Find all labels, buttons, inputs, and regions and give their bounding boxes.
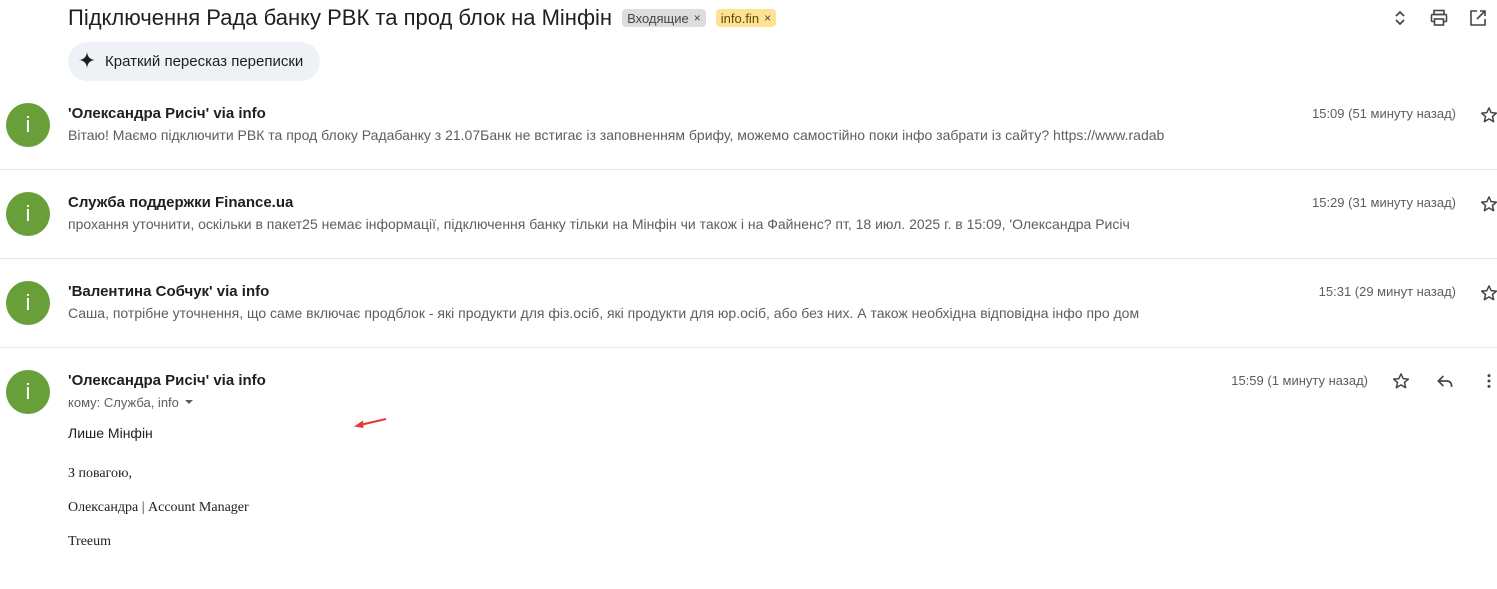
thread-subject: Підключення Рада банку РВК та прод блок … [68,5,613,30]
star-icon[interactable] [1477,281,1497,305]
star-icon[interactable] [1477,192,1497,216]
annotation-arrow [354,418,387,428]
star-icon[interactable] [1477,103,1497,127]
message-time: 15:59 (1 минуту назад) [1231,373,1368,388]
print-icon[interactable] [1419,6,1458,30]
avatar: i [6,103,50,147]
message-snippet: прохання уточнити, оскільки в пакет25 не… [68,216,1130,232]
more-options-icon[interactable] [1477,369,1497,393]
sparkle-icon [78,51,96,73]
summarize-thread-button[interactable]: Краткий пересказ переписки [68,42,321,81]
message-body: Лише Мінфін [68,425,153,441]
recipients-line[interactable]: кому: Служба, info [68,395,194,410]
message-time: 15:29 (31 минуту назад) [1311,195,1456,210]
label-name: info.fin [720,10,760,26]
message-sender: 'Олександра Рисіч' via info [68,105,266,122]
avatar: i [6,370,50,414]
remove-label-info-fin-button[interactable]: × [764,11,771,25]
avatar: i [6,192,50,236]
reply-icon[interactable] [1433,369,1457,393]
label-chip-inbox[interactable]: Входящие × [622,9,706,27]
thread-actions [1380,6,1497,30]
expand-collapse-icon[interactable] [1380,6,1419,30]
open-in-new-window-icon[interactable] [1458,6,1497,30]
divider [0,258,1497,259]
caret-down-icon[interactable] [184,395,194,410]
message-sender: Служба поддержки Finance.ua [68,194,294,211]
recipients-text: кому: Служба, info [68,395,179,410]
signature-line: Treeum [68,534,112,549]
divider [0,169,1497,170]
label-chip-info-fin[interactable]: info.fin × [715,9,777,27]
star-icon[interactable] [1389,369,1413,393]
summarize-label: Краткий пересказ переписки [105,53,304,70]
remove-label-inbox-button[interactable]: × [694,11,701,25]
message-time: 15:31 (29 минут назад) [1318,284,1456,299]
avatar: i [6,281,50,325]
message-sender: 'Валентина Собчук' via info [68,283,270,300]
signature-line: З повагою, [68,466,132,481]
signature-line: Олександра | Account Manager [68,500,249,515]
message-sender: 'Олександра Рисіч' via info [68,372,266,389]
divider [0,347,1497,348]
message-snippet: Саша, потрібне уточнення, що саме включа… [68,305,1140,321]
message-time: 15:09 (51 минуту назад) [1311,106,1456,121]
message-snippet: Вітаю! Маємо підключити РВК та прод блок… [68,127,1165,143]
thread-header: Підключення Рада банку РВК та прод блок … [68,2,777,34]
label-name: Входящие [627,10,689,26]
